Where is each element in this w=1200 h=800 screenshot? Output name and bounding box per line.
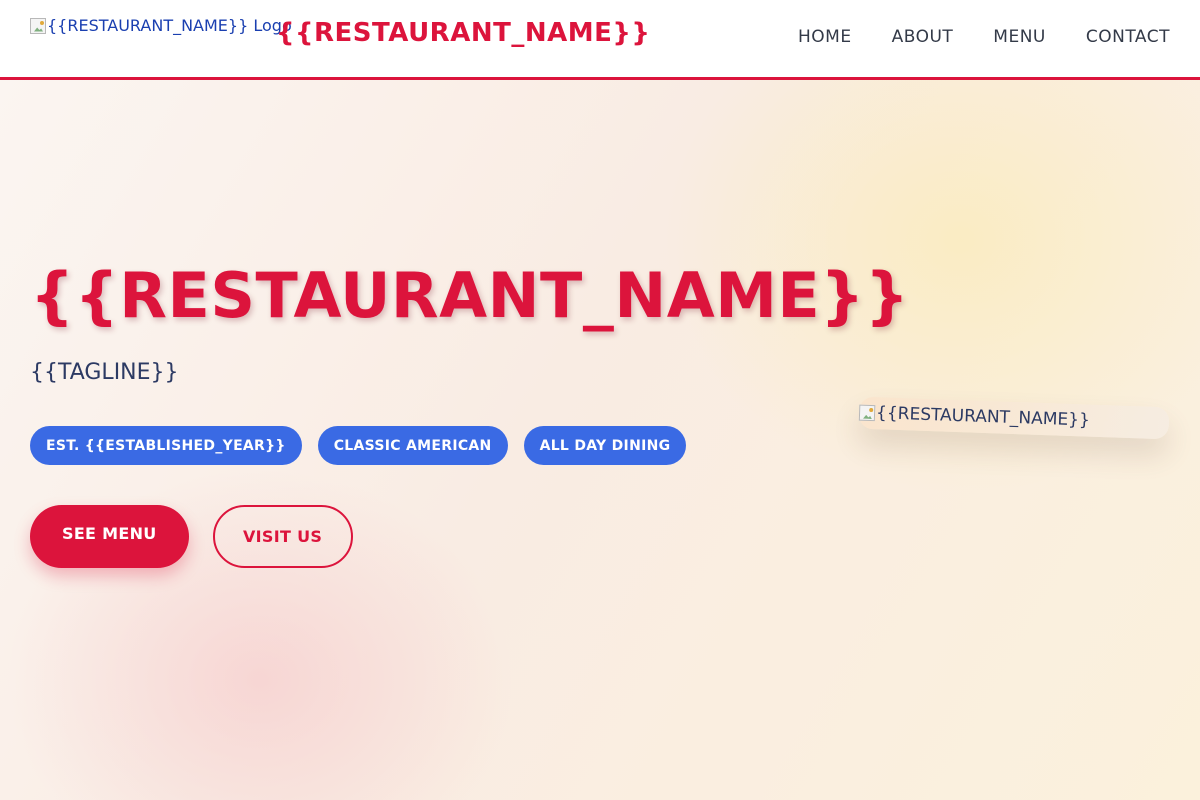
main-nav: HOME ABOUT MENU CONTACT [798,27,1170,47]
badge-established: EST. {{ESTABLISHED_YEAR}} [30,426,302,465]
visit-us-button[interactable]: VISIT US [212,505,353,568]
hero-title: {{RESTAURANT_NAME}} [30,259,910,332]
hero-tagline: {{TAGLINE}} [30,360,179,385]
logo-alt-text: {{RESTAURANT_NAME}} Logo [47,16,292,35]
hero-section: {{RESTAURANT_NAME}} {{TAGLINE}} EST. {{E… [0,80,1200,800]
site-header: {{RESTAURANT_NAME}} Logo {{RESTAURANT_NA… [0,0,1200,80]
cta-row: SEE MENU VISIT US [30,505,353,568]
broken-image-icon [858,404,876,422]
nav-about[interactable]: ABOUT [892,27,954,47]
nav-home[interactable]: HOME [798,27,852,47]
badge-dining: ALL DAY DINING [523,426,687,465]
hero-image-alt-text: {{RESTAURANT_NAME}} [875,403,1091,431]
see-menu-button[interactable]: SEE MENU [30,505,189,568]
nav-contact[interactable]: CONTACT [1086,27,1170,47]
broken-image-icon [30,17,46,34]
hero-image: {{RESTAURANT_NAME}} [858,396,1170,440]
brand-name[interactable]: {{RESTAURANT_NAME}} [276,18,650,48]
badge-cuisine: CLASSIC AMERICAN [317,426,508,465]
badge-row: EST. {{ESTABLISHED_YEAR}} CLASSIC AMERIC… [30,426,687,465]
logo-link[interactable]: {{RESTAURANT_NAME}} Logo [30,16,292,35]
nav-menu[interactable]: MENU [993,27,1046,47]
